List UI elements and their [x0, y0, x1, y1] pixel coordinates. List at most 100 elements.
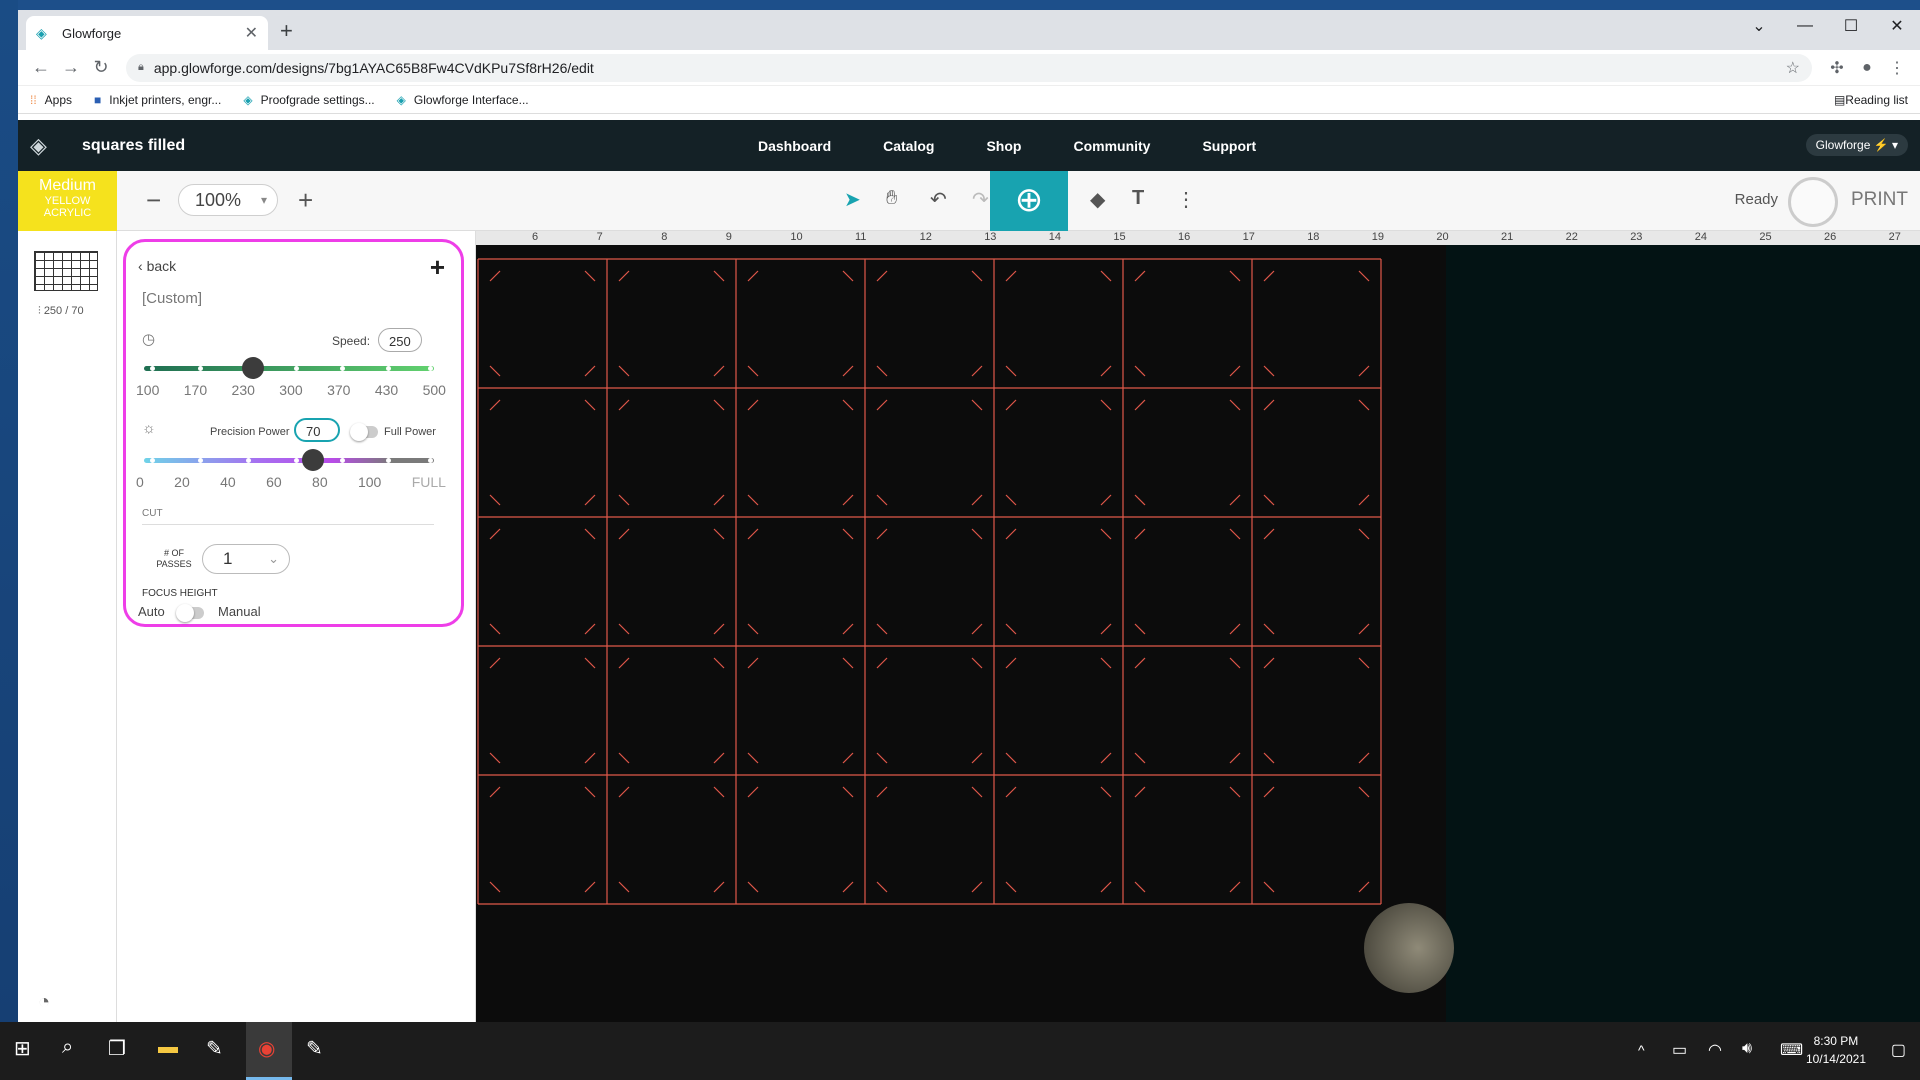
paint-app-icon[interactable]: ✎ — [206, 1036, 223, 1061]
extensions-icon[interactable]: ✣ — [1822, 58, 1852, 78]
design-thumbnail[interactable] — [34, 251, 98, 291]
corner-mark — [584, 365, 596, 377]
ruler-tick-label: 18 — [1307, 231, 1320, 243]
speed-input[interactable] — [378, 328, 422, 352]
nav-shop[interactable]: Shop — [986, 138, 1021, 154]
preset-name[interactable]: [Custom] — [142, 290, 202, 307]
text-tool-icon[interactable]: T — [1132, 187, 1144, 210]
add-setting-button[interactable]: + — [430, 252, 445, 283]
url-field[interactable]: 🔒︎ app.glowforge.com/designs/7bg1AYAC65B… — [126, 53, 1812, 82]
corner-mark — [1229, 786, 1241, 798]
folder-icon: ■ — [94, 92, 102, 107]
main-nav: Dashboard Catalog Shop Community Support — [758, 120, 1308, 171]
paint3d-app-icon[interactable]: ✎ — [306, 1036, 323, 1061]
zoom-select[interactable]: 100% ▾ — [178, 184, 278, 216]
browser-menu-icon[interactable]: ⋮ — [1882, 58, 1912, 78]
material-badge[interactable]: Medium Yellow Acrylic — [18, 171, 117, 231]
account-menu[interactable]: Glowforge ⚡ ▾ — [1805, 134, 1908, 156]
hidden-icons-chevron-icon[interactable]: ^ — [1638, 1042, 1645, 1058]
corner-mark — [1263, 657, 1275, 669]
minimize-icon[interactable]: — — [1782, 10, 1828, 42]
corner-mark — [842, 752, 854, 764]
nav-dashboard[interactable]: Dashboard — [758, 138, 831, 154]
back-button[interactable]: ‹ back — [138, 258, 176, 274]
corner-mark — [489, 657, 501, 669]
speed-slider[interactable] — [144, 357, 434, 379]
corner-mark — [842, 399, 854, 411]
power-slider[interactable] — [144, 449, 434, 471]
corner-mark — [1100, 365, 1112, 377]
tab-search-icon[interactable]: ⌄ — [1736, 10, 1782, 42]
file-explorer-icon[interactable]: ▬ — [158, 1036, 178, 1059]
glowforge-logo-icon[interactable]: ◈ — [30, 133, 60, 159]
close-window-icon[interactable]: ✕ — [1874, 10, 1920, 42]
app-header: ◈ squares filled Dashboard Catalog Shop … — [18, 120, 1920, 171]
undo-icon[interactable]: ↶ — [930, 187, 947, 212]
focus-height-toggle[interactable] — [176, 604, 204, 622]
print-label[interactable]: PRINT — [1851, 189, 1908, 211]
passes-select[interactable]: 1 ⌄ — [202, 544, 290, 574]
design-title[interactable]: squares filled — [82, 137, 185, 155]
profile-avatar-icon[interactable]: ● — [1852, 59, 1882, 77]
corner-mark — [618, 270, 630, 282]
add-artwork-button[interactable]: ⊕ — [990, 171, 1068, 231]
settings-side-panel: ‹ back + [Custom] ◷ Speed: 100 170 230 3… — [117, 231, 476, 1022]
bookmark-interface[interactable]: ◈ Glowforge Interface... — [397, 93, 529, 107]
forward-arrow-icon[interactable]: → — [56, 57, 86, 78]
zoom-in-button[interactable]: + — [298, 185, 313, 216]
glowforge-favicon-icon: ◈ — [243, 92, 253, 107]
settings-sliders-icon: ⫶ — [38, 305, 41, 317]
precision-power-label: Precision Power — [210, 426, 290, 438]
bookmark-inkjet[interactable]: ■ Inkjet printers, engr... — [94, 93, 221, 107]
windows-start-icon[interactable]: ⊞ — [14, 1036, 31, 1061]
task-view-icon[interactable]: ❐ — [108, 1036, 126, 1061]
shapes-icon[interactable]: ◆ — [1090, 187, 1105, 212]
corner-mark — [747, 399, 759, 411]
wifi-icon[interactable]: ◠ — [1708, 1040, 1722, 1060]
nav-support[interactable]: Support — [1202, 138, 1256, 154]
search-icon[interactable]: ⌕ — [62, 1036, 73, 1059]
browser-tab[interactable]: ◈ Glowforge ✕ — [26, 16, 268, 50]
bookmark-proofgrade[interactable]: ◈ Proofgrade settings... — [243, 93, 374, 107]
select-pointer-icon[interactable]: ➤ — [844, 187, 861, 212]
power-input[interactable] — [294, 418, 340, 442]
back-arrow-icon[interactable]: ← — [26, 57, 56, 78]
corner-mark — [489, 881, 501, 893]
chrome-taskbar-active[interactable]: ◉ — [246, 1022, 292, 1080]
corner-mark — [1263, 881, 1275, 893]
zoom-out-button[interactable]: − — [146, 185, 161, 216]
volume-icon[interactable]: 🔊︎ — [1742, 1040, 1752, 1058]
full-power-toggle[interactable] — [350, 423, 378, 441]
design-canvas[interactable]: 6 7 8 9 10 11 12 13 14 15 16 17 18 19 20 21 22 23 24 25 26 27 — [476, 231, 1920, 1022]
corner-mark — [842, 270, 854, 282]
nav-catalog[interactable]: Catalog — [883, 138, 934, 154]
corner-mark — [1229, 494, 1241, 506]
redo-icon[interactable]: ↷ — [972, 187, 989, 212]
corner-mark — [1134, 623, 1146, 635]
nav-community[interactable]: Community — [1073, 138, 1150, 154]
close-tab-icon[interactable]: ✕ — [245, 23, 258, 43]
cut-section-label: CUT — [142, 508, 163, 519]
more-options-icon[interactable]: ⋮ — [1176, 187, 1196, 212]
square-grid-design[interactable] — [476, 257, 1396, 907]
corner-mark — [1229, 623, 1241, 635]
notifications-icon[interactable]: ▢ — [1891, 1040, 1906, 1060]
pan-hand-icon[interactable]: ✋︎ — [886, 187, 897, 210]
keyboard-icon[interactable]: ⌨ — [1780, 1040, 1803, 1060]
maximize-icon[interactable]: ☐ — [1828, 10, 1874, 42]
cookie-icon[interactable]: ◔ — [38, 991, 50, 1014]
reading-list[interactable]: ▤ Reading list — [1834, 93, 1908, 107]
corner-mark — [1134, 365, 1146, 377]
new-tab-icon[interactable]: + — [280, 18, 293, 44]
corner-mark — [747, 881, 759, 893]
bookmark-apps[interactable]: ⁞⁞ Apps — [30, 93, 72, 107]
ruler-tick-label: 27 — [1888, 231, 1901, 243]
system-clock[interactable]: 8:30 PM 10/14/2021 — [1806, 1032, 1866, 1068]
battery-icon[interactable]: ▭ — [1672, 1040, 1687, 1060]
reload-icon[interactable]: ↻ — [86, 57, 116, 78]
speed-slider-handle[interactable] — [241, 357, 264, 379]
power-slider-handle[interactable] — [302, 449, 325, 471]
bookmark-star-icon[interactable]: ☆ — [1786, 58, 1800, 78]
glowforge-favicon-icon: ◈ — [36, 25, 47, 41]
print-button[interactable] — [1788, 177, 1838, 227]
